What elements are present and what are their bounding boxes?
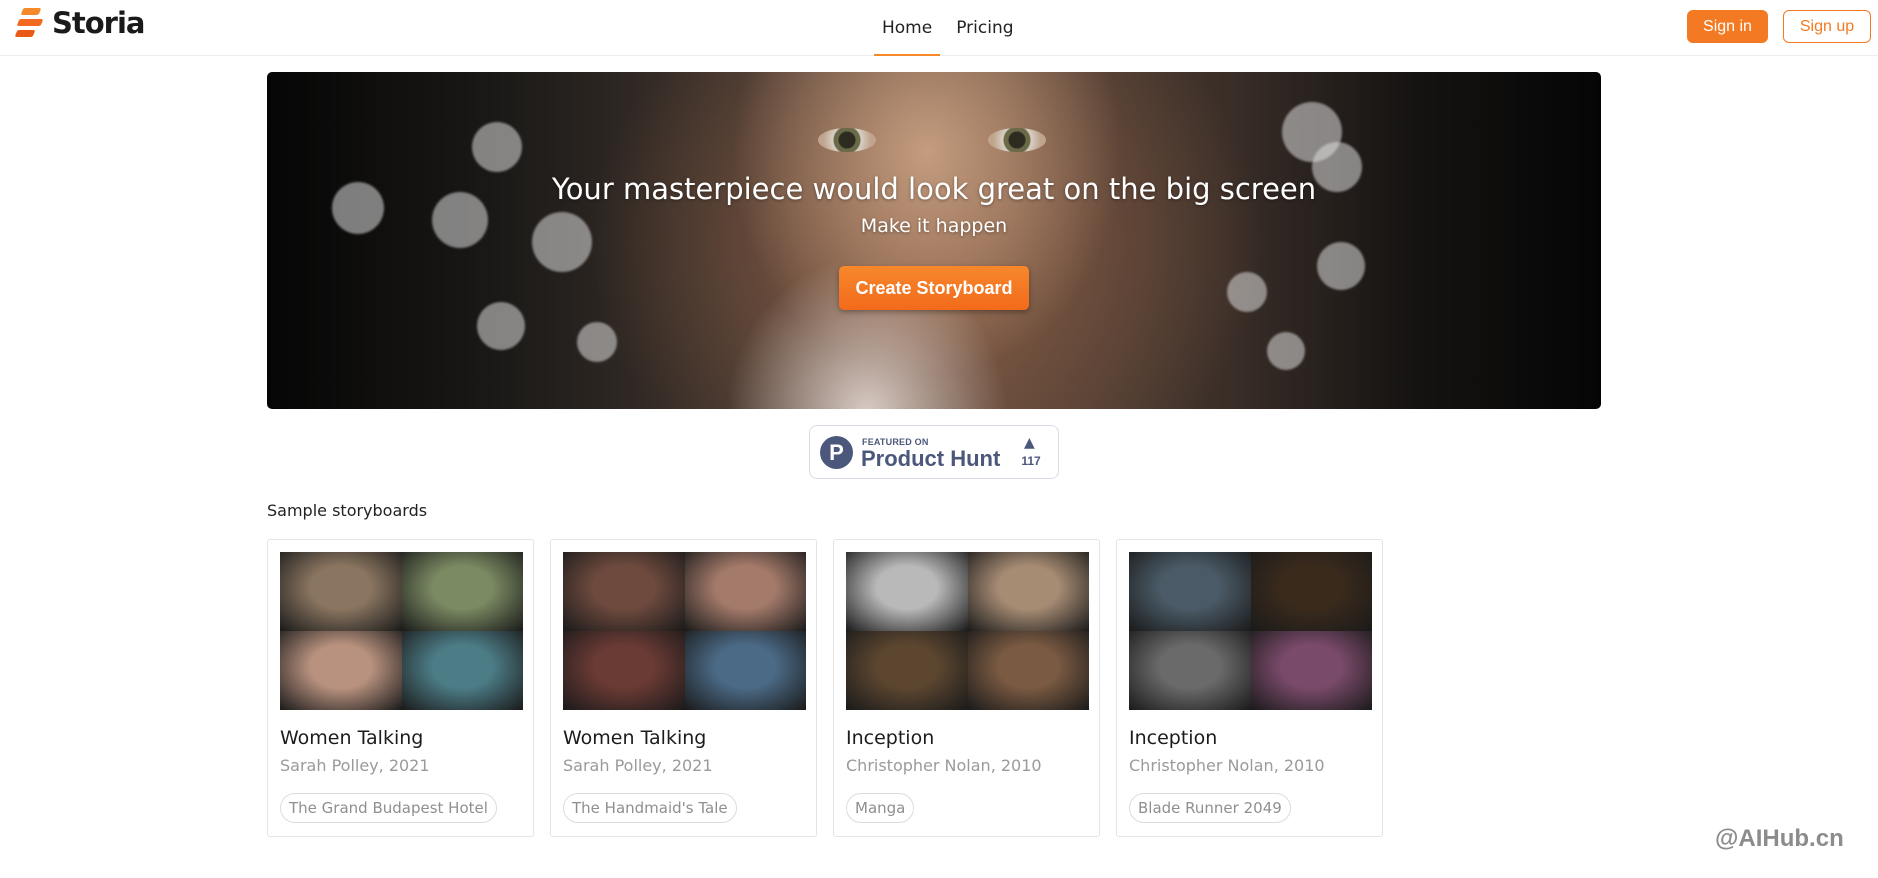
portrait-eye [818, 128, 876, 152]
card-subtitle: Christopher Nolan, 2010 [846, 756, 1042, 775]
upvote-count: 117 [1021, 454, 1041, 468]
storyboard-frame [563, 631, 685, 710]
bokeh-light [472, 122, 522, 172]
storyboard-frame [280, 552, 402, 631]
storyboard-card[interactable]: Women Talking Sarah Polley, 2021 The Han… [550, 539, 817, 837]
product-hunt-badge[interactable]: P FEATURED ON Product Hunt ▲ 117 [809, 425, 1059, 479]
card-title: Women Talking [563, 727, 707, 749]
storia-logo-icon [14, 8, 46, 38]
storyboard-frame [1250, 552, 1372, 631]
style-tag[interactable]: Manga [846, 793, 915, 823]
storyboard-card[interactable]: Inception Christopher Nolan, 2010 Manga [833, 539, 1100, 837]
hero-banner: Your masterpiece would look great on the… [267, 72, 1601, 409]
watermark: @AIHub.cn [1715, 825, 1844, 852]
nav-home[interactable]: Home [870, 0, 944, 56]
bokeh-light [1267, 332, 1305, 370]
bokeh-light [1317, 242, 1365, 290]
bokeh-light [577, 322, 617, 362]
storyboard-thumbnail [280, 552, 523, 710]
upvote-arrow-icon: ▲ [1024, 435, 1035, 451]
card-subtitle: Sarah Polley, 2021 [280, 756, 430, 775]
storyboard-frame [967, 552, 1089, 631]
storyboard-frame [967, 631, 1089, 710]
storyboard-frame [846, 631, 968, 710]
sign-in-button[interactable]: Sign in [1687, 10, 1768, 43]
sample-storyboards-heading: Sample storyboards [267, 501, 428, 520]
top-header: Storia Home Pricing Sign in Sign up [0, 0, 1878, 56]
style-tag[interactable]: The Handmaid's Tale [563, 793, 737, 823]
create-storyboard-button[interactable]: Create Storyboard [839, 266, 1029, 310]
card-subtitle: Sarah Polley, 2021 [563, 756, 713, 775]
storyboard-frame [563, 552, 685, 631]
style-tag[interactable]: Blade Runner 2049 [1129, 793, 1291, 823]
main-nav: Home Pricing [870, 0, 1026, 56]
storyboard-thumbnail [563, 552, 806, 710]
storyboard-frame [1129, 631, 1251, 710]
portrait-eye [988, 128, 1046, 152]
brand-name: Storia [52, 6, 145, 40]
product-hunt-logo-icon: P [820, 436, 853, 469]
storyboard-card[interactable]: Women Talking Sarah Polley, 2021 The Gra… [267, 539, 534, 837]
storyboard-frame [684, 552, 806, 631]
card-subtitle: Christopher Nolan, 2010 [1129, 756, 1325, 775]
storyboard-frame [401, 631, 523, 710]
nav-pricing[interactable]: Pricing [944, 0, 1025, 56]
storyboard-frame [401, 552, 523, 631]
storyboard-thumbnail [846, 552, 1089, 710]
storyboard-card-list: Women Talking Sarah Polley, 2021 The Gra… [267, 539, 1383, 837]
storyboard-frame [1250, 631, 1372, 710]
bokeh-light [1227, 272, 1267, 312]
card-title: Women Talking [280, 727, 424, 749]
brand-logo[interactable]: Storia [14, 6, 145, 40]
style-tag[interactable]: The Grand Budapest Hotel [280, 793, 497, 823]
storyboard-card[interactable]: Inception Christopher Nolan, 2010 Blade … [1116, 539, 1383, 837]
storyboard-frame [846, 552, 968, 631]
hero-title: Your masterpiece would look great on the… [551, 172, 1317, 206]
storyboard-thumbnail [1129, 552, 1372, 710]
product-hunt-name: Product Hunt [861, 446, 1001, 471]
storyboard-frame [684, 631, 806, 710]
storyboard-frame [280, 631, 402, 710]
sign-up-button[interactable]: Sign up [1783, 10, 1871, 43]
hero-subtitle: Make it happen [860, 215, 1008, 237]
bokeh-light [477, 302, 525, 350]
storyboard-frame [1129, 552, 1251, 631]
card-title: Inception [1129, 727, 1218, 749]
card-title: Inception [846, 727, 935, 749]
